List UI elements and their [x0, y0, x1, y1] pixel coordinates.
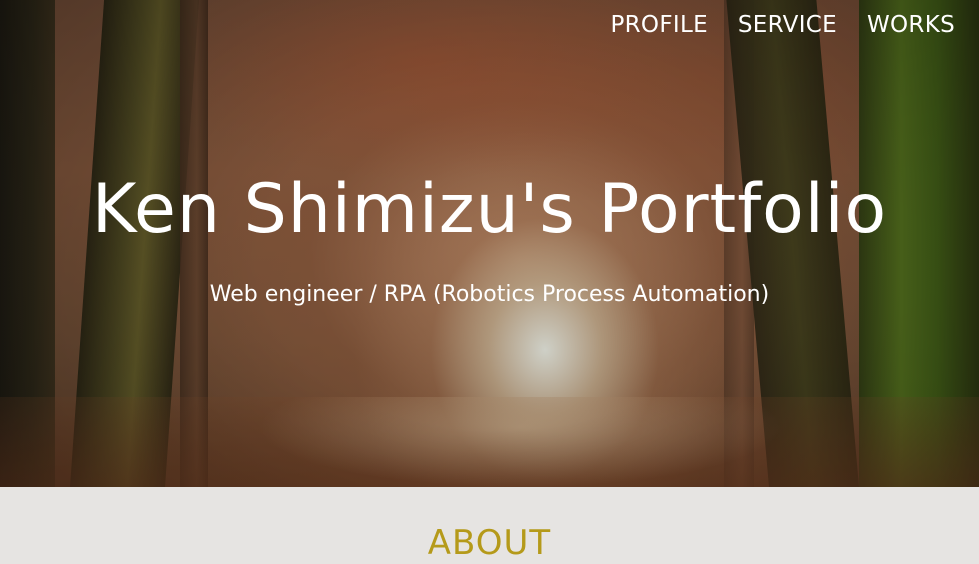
- hero-section: PROFILE SERVICE WORKS Ken Shimizu's Port…: [0, 0, 979, 487]
- nav-link-works[interactable]: WORKS: [867, 12, 955, 38]
- hero-title: Ken Shimizu's Portfolio: [91, 170, 888, 249]
- hero-subtitle: Web engineer / RPA (Robotics Process Aut…: [209, 282, 770, 307]
- nav-link-profile[interactable]: PROFILE: [610, 12, 707, 38]
- top-navigation: PROFILE SERVICE WORKS: [610, 12, 955, 38]
- nav-link-service[interactable]: SERVICE: [738, 12, 837, 38]
- about-section: ABOUT: [0, 487, 979, 564]
- about-heading: ABOUT: [427, 523, 552, 563]
